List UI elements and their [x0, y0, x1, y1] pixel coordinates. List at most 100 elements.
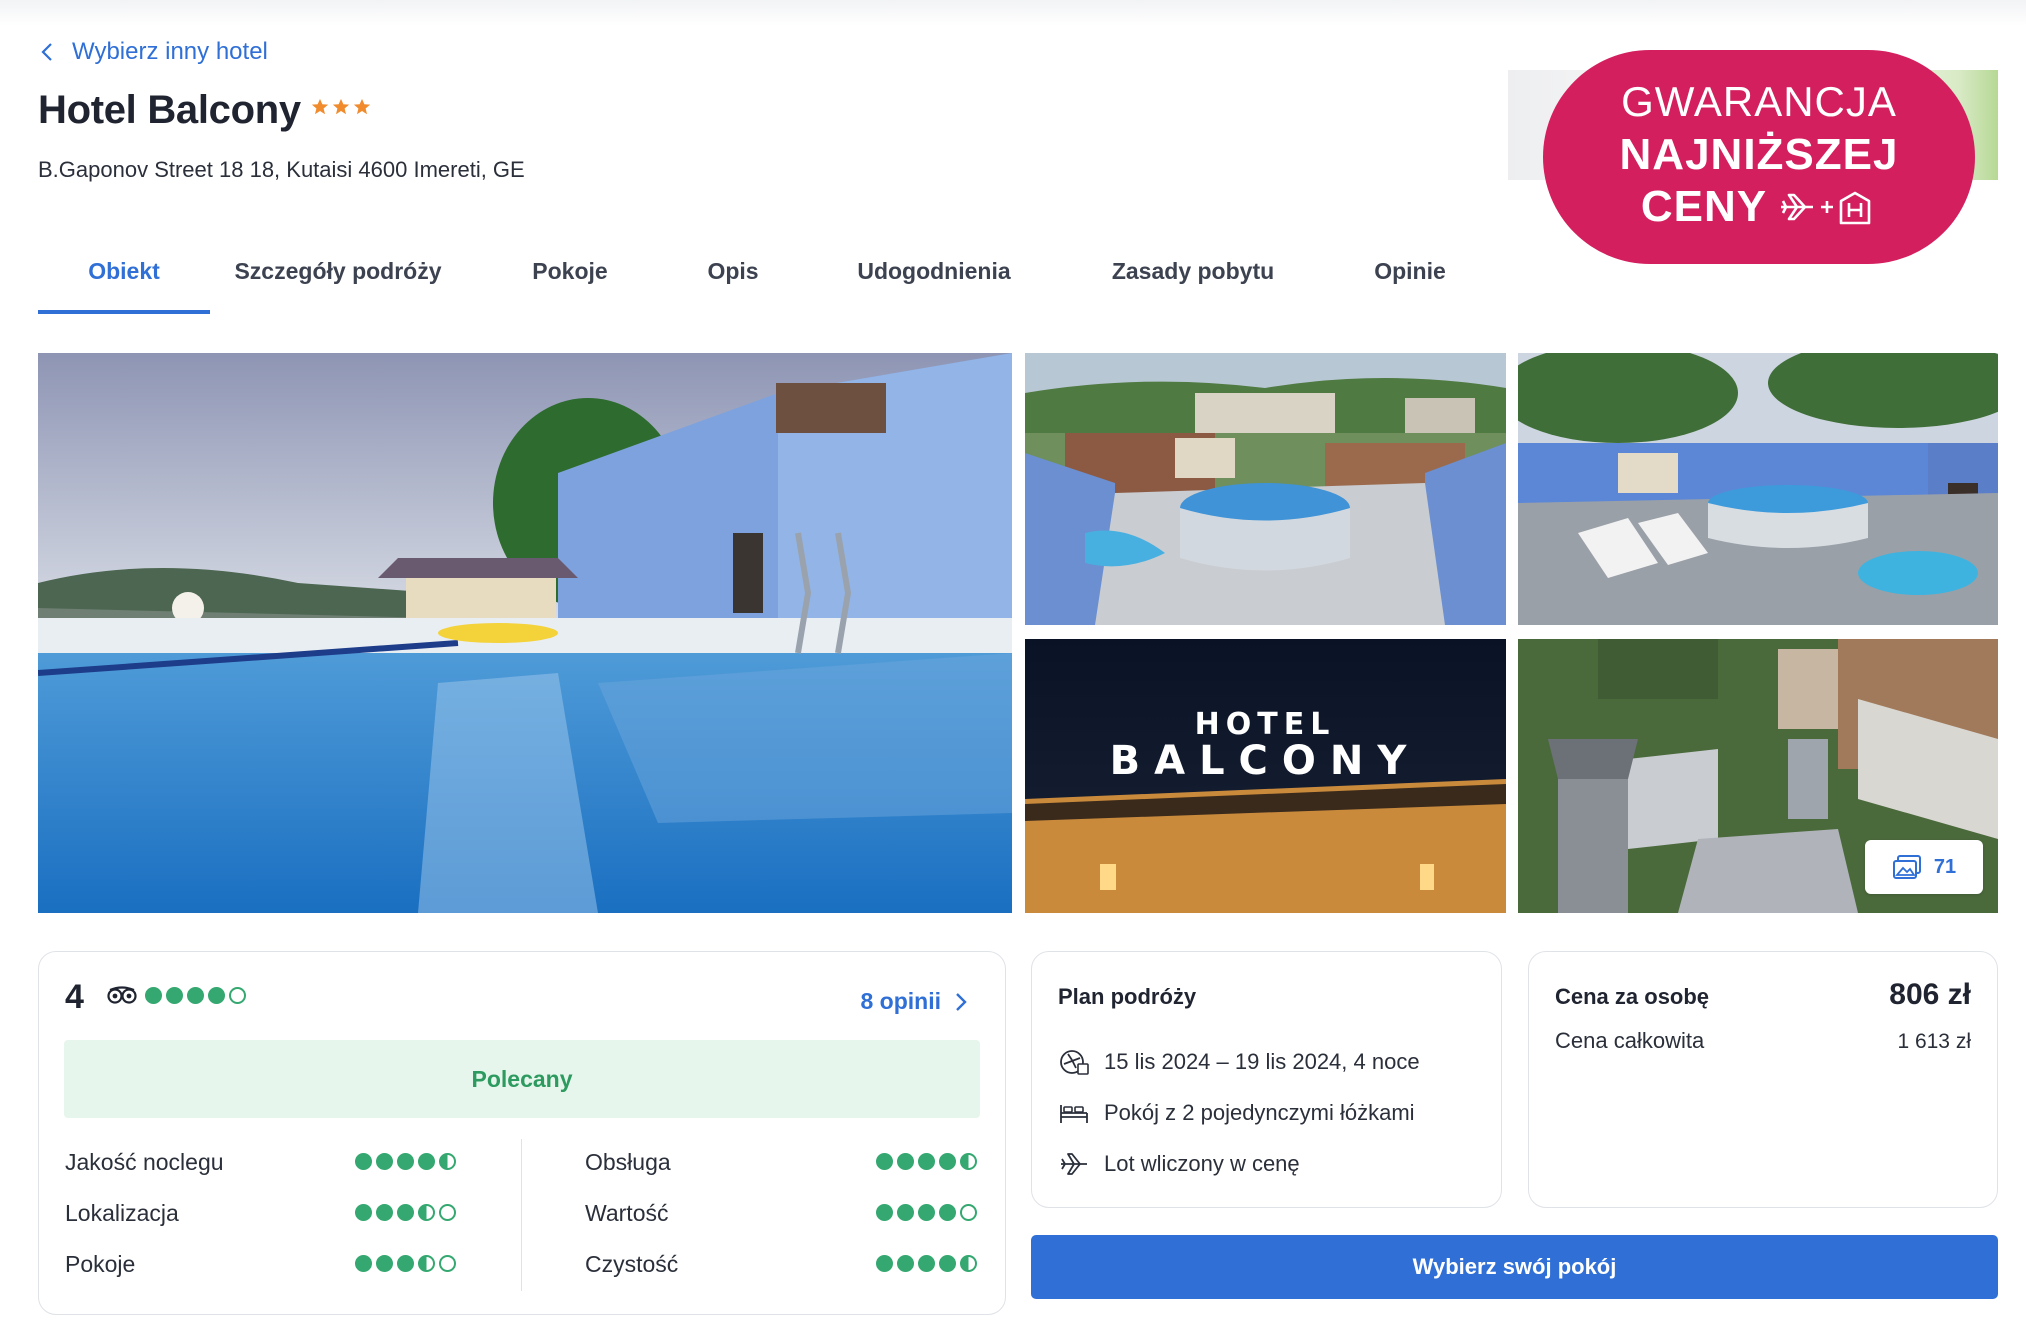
top-bar [0, 0, 2026, 26]
total-price-label: Cena całkowita [1555, 1028, 1705, 1053]
plane-icon [1061, 1153, 1087, 1175]
rating-bubble [897, 1153, 914, 1170]
criterion-rating [355, 1153, 456, 1170]
recommended-banner: Polecany [64, 1040, 980, 1118]
svg-text:HOTEL: HOTEL [1195, 707, 1336, 742]
plan-dates-row: 15 lis 2024 – 19 lis 2024, 4 noce [1058, 1048, 1420, 1076]
tab-obiekt[interactable]: Obiekt [38, 240, 210, 314]
hotel-name: Hotel Balcony [38, 88, 301, 132]
criterion-label: Obsługa [585, 1149, 671, 1175]
tab-pokoje[interactable]: Pokoje [466, 240, 674, 314]
rating-bubble [876, 1255, 893, 1272]
svg-text:BALCONY: BALCONY [1110, 738, 1421, 784]
tab-opinie[interactable]: Opinie [1310, 240, 1510, 314]
rating-bubble [355, 1255, 372, 1272]
criterion-label: Wartość [585, 1200, 669, 1226]
badge-line-3: CENY [1640, 182, 1768, 231]
rating-bubble [439, 1255, 456, 1272]
rating-bubble [376, 1204, 393, 1221]
section-tabs: Obiekt Szczegóły podróży Pokoje Opis Udo… [38, 240, 1510, 314]
price-per-person: 806 zł [1889, 978, 1971, 1011]
tripadvisor-owl-icon [107, 986, 137, 1004]
rating-bubble [208, 986, 225, 1004]
tab-szczegoly-podrozy[interactable]: Szczegóły podróży [210, 240, 466, 314]
rating-bubble [397, 1204, 414, 1221]
photo-hotel-sign-night[interactable]: HOTEL BALCONY [1025, 639, 1506, 913]
photo-rooftop-pool-loungers[interactable] [1518, 353, 1998, 625]
star-icon [311, 98, 328, 114]
rating-bubble [876, 1153, 893, 1170]
travel-plan-card: Plan podróży 15 lis 2024 – 19 lis 2024, … [1031, 951, 1502, 1208]
star-icon [353, 98, 370, 114]
tab-udogodnienia[interactable]: Udogodnienia [792, 240, 1076, 314]
criterion-label: Lokalizacja [65, 1200, 179, 1226]
criterion-label: Jakość noclegu [65, 1149, 224, 1175]
rating-bubble [418, 1153, 435, 1170]
plane-calendar-icon [1060, 1050, 1089, 1075]
plan-flight-row: Lot wliczony w cenę [1058, 1150, 1300, 1178]
hotel-stars [311, 98, 371, 116]
rating-bubble [355, 1204, 372, 1221]
tripadvisor-rating [107, 986, 246, 1004]
rating-bubble [145, 986, 162, 1004]
plane-plus-hotel-icon [1781, 191, 1871, 225]
price-per-person-label: Cena za osobę [1555, 984, 1710, 1009]
chevron-left-icon [41, 43, 52, 61]
rating-bubble [960, 1255, 977, 1272]
plan-flight: Lot wliczony w cenę [1104, 1151, 1300, 1176]
rating-bubble [418, 1204, 435, 1221]
rating-bubble [960, 1204, 977, 1221]
photos-icon [1892, 855, 1921, 879]
tab-opis[interactable]: Opis [674, 240, 792, 314]
plan-room-row: Pokój z 2 pojedynczymi łóżkami [1058, 1099, 1415, 1127]
rating-bubble [939, 1204, 956, 1221]
back-link-label: Wybierz inny hotel [72, 38, 268, 65]
rating-bubble [355, 1153, 372, 1170]
plan-dates: 15 lis 2024 – 19 lis 2024, 4 noce [1104, 1049, 1420, 1074]
back-to-hotels-link[interactable]: Wybierz inny hotel [40, 38, 268, 66]
price-card: Cena za osobę 806 zł Cena całkowita 1 61… [1528, 951, 1998, 1208]
tab-zasady-pobytu[interactable]: Zasady pobytu [1076, 240, 1310, 314]
rating-bubble [397, 1255, 414, 1272]
choose-room-button[interactable]: Wybierz swój pokój [1031, 1235, 1998, 1299]
rating-bubble [439, 1153, 456, 1170]
rating-bubble [376, 1153, 393, 1170]
badge-line-1: GWARANCJA [1621, 78, 1897, 125]
reviews-link[interactable]: 8 opinii [861, 988, 968, 1015]
plan-room: Pokój z 2 pojedynczymi łóżkami [1104, 1100, 1415, 1125]
gallery-count-button[interactable]: 71 [1865, 840, 1983, 894]
rating-bubble [418, 1255, 435, 1272]
rating-score: 4 [65, 978, 84, 1016]
rating-bubble [897, 1255, 914, 1272]
rating-bubble [166, 986, 183, 1004]
main-photo-pool[interactable] [38, 353, 1012, 913]
rating-bubble [376, 1255, 393, 1272]
criterion-label: Pokoje [65, 1251, 136, 1277]
rating-bubble [939, 1255, 956, 1272]
rating-bubble [397, 1153, 414, 1170]
criterion-rating [876, 1204, 977, 1221]
chevron-right-icon [956, 992, 967, 1011]
rating-card: 4 8 opinii Polecany Jakość noclegu Lokal… [38, 951, 1006, 1315]
star-icon [332, 98, 349, 114]
criterion-rating [355, 1204, 456, 1221]
bed-icon [1060, 1105, 1088, 1123]
rating-bubble [939, 1153, 956, 1170]
criteria-divider [521, 1139, 522, 1291]
photo-count: 71 [1933, 855, 1957, 878]
rating-bubble [439, 1204, 456, 1221]
badge-line-2: NAJNIŻSZEJ [1619, 130, 1899, 179]
badge-line-3-row: CENY [1543, 182, 1975, 232]
criterion-label: Czystość [585, 1251, 679, 1277]
rating-bubble [918, 1153, 935, 1170]
hotel-address: B.Gaponov Street 18 18, Kutaisi 4600 Ime… [38, 157, 525, 182]
reviews-link-label: 8 opinii [860, 988, 942, 1014]
rating-bubble [876, 1204, 893, 1221]
rating-bubble [918, 1204, 935, 1221]
criterion-rating [876, 1255, 977, 1272]
rating-bubble [960, 1153, 977, 1170]
photo-rooftop-pool-city[interactable] [1025, 353, 1506, 625]
lowest-price-guarantee-badge: GWARANCJA NAJNIŻSZEJ CENY [1543, 50, 1975, 264]
rating-bubble [229, 986, 246, 1004]
rating-bubble [187, 986, 204, 1004]
